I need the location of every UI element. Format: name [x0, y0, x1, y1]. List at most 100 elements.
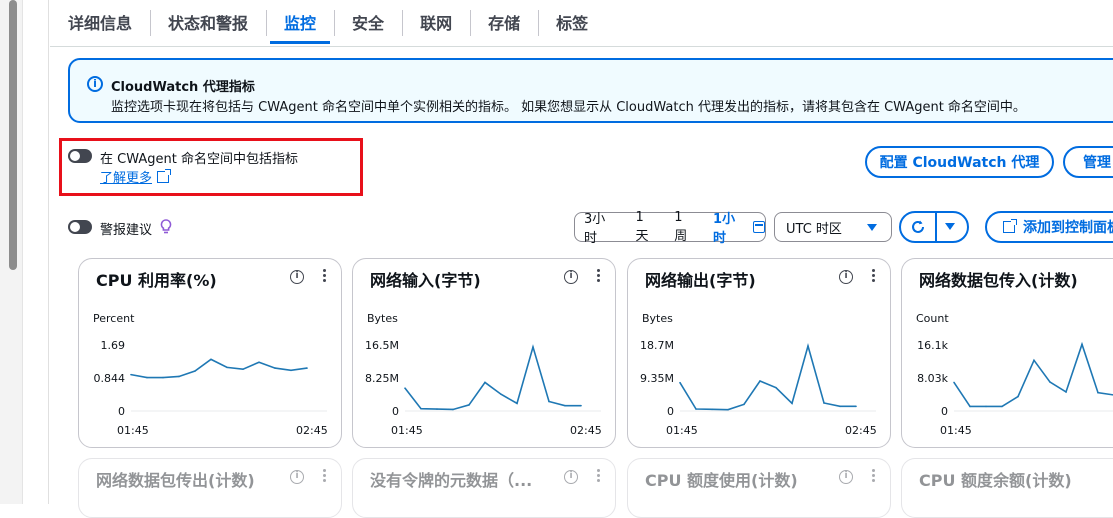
- external-link-icon: [1003, 219, 1017, 233]
- cloudwatch-agent-info-banner: i CloudWatch 代理指标 监控选项卡现在将包括与 CWAgent 命名…: [68, 58, 1113, 123]
- more-options-icon[interactable]: [323, 467, 327, 484]
- data-point: [1081, 343, 1083, 346]
- data-point: [516, 402, 518, 405]
- data-point: [130, 373, 132, 376]
- scrollbar-thumb[interactable]: [9, 0, 17, 270]
- data-point: [162, 376, 164, 379]
- cpu-utilization-chart: [130, 358, 327, 412]
- data-point: [452, 408, 454, 411]
- data-point: [548, 400, 550, 403]
- data-point: [484, 381, 486, 384]
- data-point: [953, 381, 955, 384]
- alarm-toggle-label: 警报建议: [100, 223, 153, 238]
- data-point: [855, 405, 857, 408]
- time-range-1h[interactable]: 1小时: [704, 208, 753, 246]
- data-point: [1017, 395, 1019, 398]
- data-point: [242, 368, 244, 370]
- data-point: [839, 405, 841, 408]
- refresh-button-group: [899, 211, 969, 243]
- content-edge: [48, 0, 49, 504]
- page-scrollbar[interactable]: [0, 0, 23, 504]
- data-point: [1049, 381, 1051, 383]
- metric-card-cpu-credit-usage: CPU 额度使用(计数) i: [627, 458, 891, 518]
- tab-bar: 详细信息 状态和警报 监控 安全 联网 存储 标签: [50, 0, 1113, 47]
- more-options-icon[interactable]: [597, 467, 601, 484]
- data-point: [564, 404, 566, 407]
- info-banner-body: 监控选项卡现在将包括与 CWAgent 命名空间中单个实例相关的指标。 如果您想…: [111, 100, 1026, 115]
- data-point: [791, 402, 793, 405]
- series-line: [679, 343, 856, 411]
- data-point: [178, 375, 180, 378]
- timezone-value: UTC 时区: [786, 221, 842, 237]
- card-title: CPU 额度使用(计数): [645, 471, 798, 490]
- metric-card-network-packets-out: 网络数据包传出(计数) i: [78, 458, 342, 518]
- data-point: [226, 366, 228, 369]
- calendar-icon[interactable]: [753, 221, 766, 233]
- refresh-icon[interactable]: [910, 219, 926, 235]
- data-point: [679, 381, 681, 384]
- tab-security[interactable]: 安全: [334, 0, 402, 44]
- data-point: [274, 367, 276, 369]
- series-line: [404, 344, 581, 411]
- data-point: [759, 380, 761, 382]
- network-in-chart: [404, 344, 601, 412]
- network-out-chart: [679, 343, 876, 412]
- data-point: [1065, 391, 1067, 393]
- manage-button[interactable]: 管理: [1063, 146, 1113, 178]
- info-icon[interactable]: i: [839, 470, 853, 484]
- network-packets-in-chart: [953, 341, 1113, 412]
- tab-details[interactable]: 详细信息: [50, 0, 150, 44]
- card-title: CPU 额度余额(计数): [919, 471, 1072, 490]
- info-icon[interactable]: i: [564, 470, 578, 484]
- time-range-selector: 3小时 1天 1周 1小时: [574, 210, 766, 246]
- data-point: [775, 386, 777, 389]
- time-range-3h[interactable]: 3小时: [575, 208, 626, 246]
- tab-tags[interactable]: 标签: [538, 0, 606, 44]
- refresh-divider: [935, 211, 937, 243]
- data-point: [580, 404, 582, 407]
- more-options-icon[interactable]: [872, 467, 876, 484]
- data-point: [420, 407, 422, 410]
- data-point: [194, 370, 196, 372]
- data-point: [210, 358, 212, 361]
- data-point: [985, 405, 987, 408]
- data-point: [468, 404, 470, 406]
- data-point: [695, 408, 697, 410]
- data-point: [743, 403, 745, 406]
- metric-card-network-packets-in: 网络数据包传入(计数) Count 16.1k 8.03k 0 01:45: [901, 258, 1113, 448]
- alarm-recommendations-toggle[interactable]: [68, 220, 92, 234]
- data-point: [1097, 391, 1099, 394]
- metric-card-network-out: 网络输出(字节) i Bytes 18.7M 9.35M 0 01:45 02:…: [627, 258, 891, 448]
- data-point: [1001, 405, 1003, 408]
- timezone-select[interactable]: UTC 时区: [774, 212, 892, 242]
- metric-card-cpu-credit-balance: CPU 额度余额(计数): [901, 458, 1113, 518]
- caret-down-icon: [867, 224, 877, 231]
- metric-card-network-in: 网络输入(字节) i Bytes 16.5M 8.25M 0 01:45 02:…: [352, 258, 616, 448]
- lightbulb-icon: [160, 219, 172, 239]
- time-range-1d[interactable]: 1天: [626, 210, 665, 244]
- tab-networking[interactable]: 联网: [402, 0, 470, 44]
- series-line: [130, 358, 308, 379]
- refresh-options-caret-icon[interactable]: [945, 223, 955, 230]
- data-point: [258, 361, 260, 364]
- tab-storage[interactable]: 存储: [470, 0, 538, 44]
- data-point: [711, 408, 713, 411]
- info-icon[interactable]: i: [290, 470, 304, 484]
- tab-status-alarms[interactable]: 状态和警报: [150, 0, 266, 44]
- add-to-dashboard-button[interactable]: 添加到控制面板: [985, 211, 1113, 243]
- data-point: [969, 405, 971, 408]
- card-title: 没有令牌的元数据（...: [370, 471, 533, 490]
- data-point: [823, 402, 825, 404]
- data-point: [500, 393, 502, 396]
- data-point: [1033, 359, 1035, 362]
- card-title: 网络数据包传出(计数): [96, 471, 255, 490]
- configure-cloudwatch-agent-button[interactable]: 配置 CloudWatch 代理: [865, 146, 1054, 178]
- highlight-box: [59, 138, 363, 196]
- data-point: [807, 345, 809, 347]
- data-point: [532, 346, 534, 348]
- metric-card-metadata-no-token: 没有令牌的元数据（... i: [352, 458, 616, 518]
- time-range-1w[interactable]: 1周: [665, 210, 704, 244]
- tab-monitoring[interactable]: 监控: [266, 0, 334, 44]
- series-line: [953, 341, 1113, 408]
- info-icon: i: [87, 76, 103, 92]
